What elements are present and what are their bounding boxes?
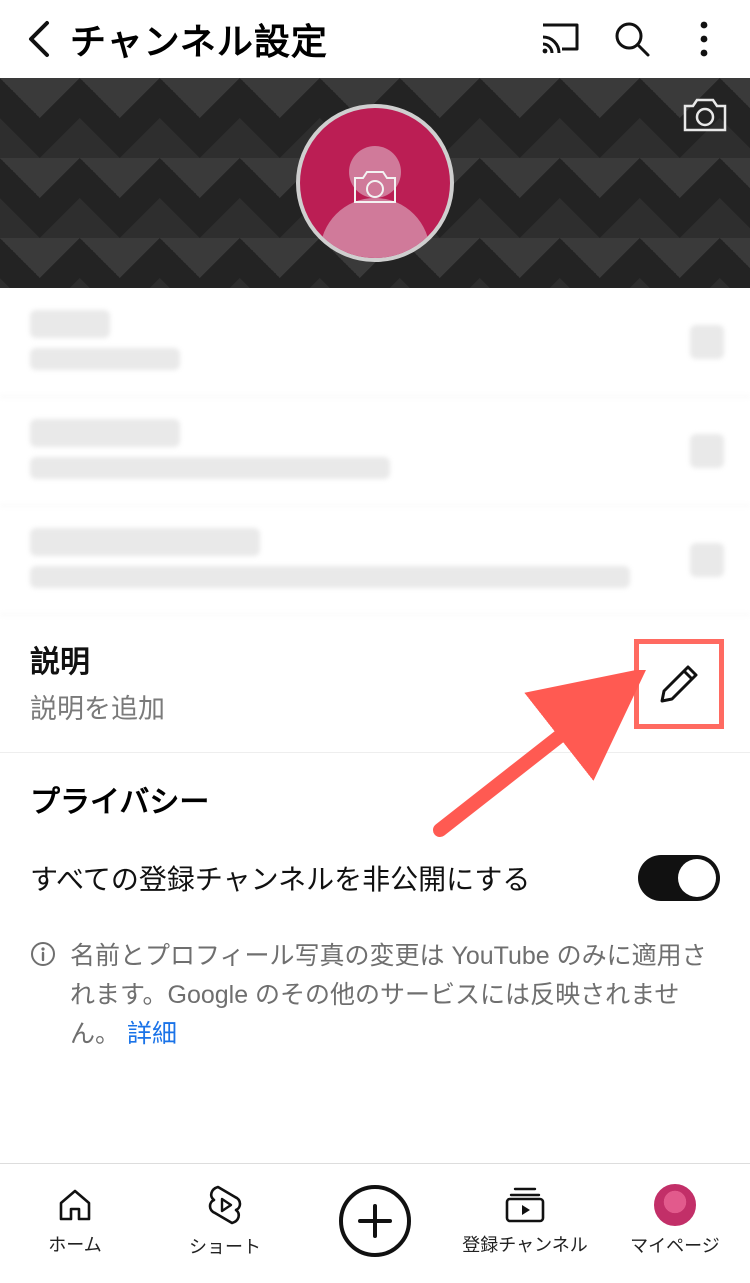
info-note-link[interactable]: 詳細 bbox=[127, 1020, 177, 1048]
back-button[interactable] bbox=[14, 15, 62, 63]
redacted-text bbox=[30, 457, 390, 479]
nav-label: 登録チャンネル bbox=[462, 1231, 587, 1257]
setting-row-redacted[interactable] bbox=[0, 397, 750, 506]
plus-circle-icon bbox=[336, 1182, 414, 1260]
redacted-text bbox=[30, 348, 180, 370]
redacted-text bbox=[30, 566, 630, 588]
setting-row-redacted[interactable] bbox=[0, 506, 750, 615]
nav-shorts[interactable]: ショート bbox=[150, 1183, 300, 1259]
nav-label: ショート bbox=[189, 1233, 261, 1259]
search-icon bbox=[612, 19, 652, 59]
description-label: 説明 bbox=[30, 637, 720, 681]
redacted-text bbox=[30, 310, 110, 338]
channel-banner bbox=[0, 78, 750, 288]
chevron-left-icon bbox=[25, 19, 51, 59]
info-icon bbox=[30, 941, 56, 967]
camera-icon bbox=[352, 168, 398, 206]
pencil-icon bbox=[657, 662, 701, 706]
edit-banner-button[interactable] bbox=[682, 96, 728, 139]
more-button[interactable] bbox=[668, 3, 740, 75]
toggle-knob bbox=[678, 859, 716, 897]
edit-icon bbox=[690, 325, 724, 359]
edit-icon bbox=[690, 434, 724, 468]
cast-icon bbox=[540, 22, 580, 56]
nav-mypage[interactable]: マイページ bbox=[600, 1184, 750, 1258]
nav-label: ホーム bbox=[48, 1231, 101, 1257]
redacted-text bbox=[30, 419, 180, 447]
avatar-icon bbox=[654, 1184, 696, 1226]
search-button[interactable] bbox=[596, 3, 668, 75]
bottom-nav: ホーム ショート 登録チャンネル マイページ bbox=[0, 1163, 750, 1283]
camera-icon bbox=[682, 96, 728, 134]
setting-row-redacted[interactable] bbox=[0, 288, 750, 397]
settings-list: 説明 説明を追加 プライバシー すべての登録チャンネルを非公開にする 名前とプロ… bbox=[0, 288, 750, 1073]
info-note: 名前とプロフィール写真の変更は YouTube のみに適用されます。Google… bbox=[0, 927, 750, 1073]
description-placeholder: 説明を追加 bbox=[30, 687, 720, 726]
nav-create-button[interactable] bbox=[300, 1182, 450, 1260]
shorts-icon bbox=[205, 1183, 245, 1227]
edit-description-button[interactable] bbox=[634, 639, 724, 729]
setting-row-description[interactable]: 説明 説明を追加 bbox=[0, 615, 750, 753]
app-bar: チャンネル設定 bbox=[0, 0, 750, 78]
page-title: チャンネル設定 bbox=[70, 13, 328, 65]
privacy-section-header: プライバシー bbox=[0, 753, 750, 831]
subscriptions-icon bbox=[503, 1185, 547, 1225]
nav-subscriptions[interactable]: 登録チャンネル bbox=[450, 1185, 600, 1257]
avatar[interactable] bbox=[296, 104, 454, 262]
home-icon bbox=[55, 1185, 95, 1225]
edit-icon bbox=[690, 543, 724, 577]
redacted-text bbox=[30, 528, 260, 556]
privacy-toggle-label: すべての登録チャンネルを非公開にする bbox=[30, 858, 638, 898]
nav-home[interactable]: ホーム bbox=[0, 1185, 150, 1257]
more-vertical-icon bbox=[700, 21, 708, 57]
avatar-placeholder-body bbox=[320, 198, 430, 262]
privacy-toggle-switch[interactable] bbox=[638, 855, 720, 901]
nav-label: マイページ bbox=[630, 1232, 720, 1258]
cast-button[interactable] bbox=[524, 3, 596, 75]
privacy-toggle-row: すべての登録チャンネルを非公開にする bbox=[0, 831, 750, 927]
